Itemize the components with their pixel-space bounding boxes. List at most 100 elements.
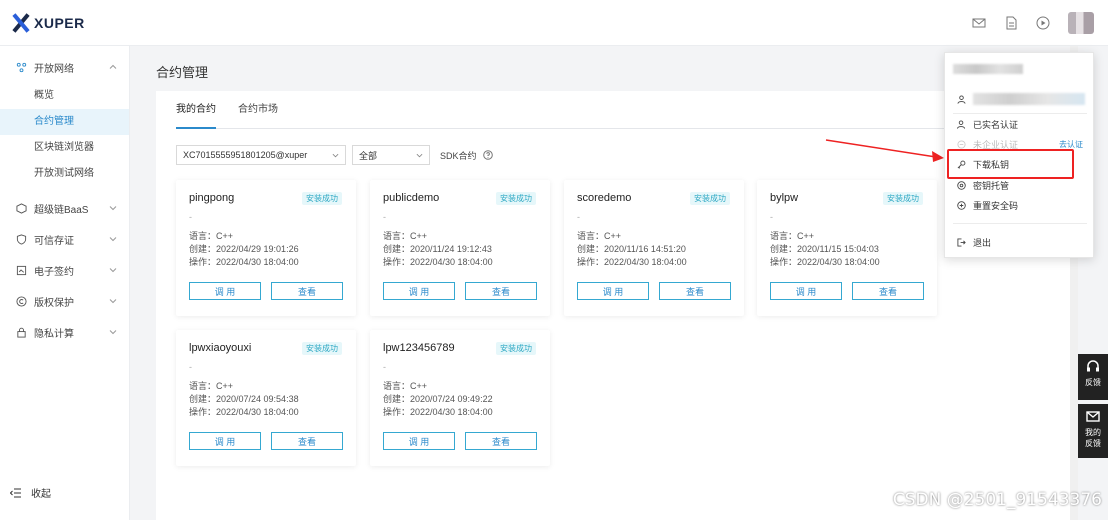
contract-tabs: 我的合约 合约市场: [176, 91, 1072, 129]
view-button[interactable]: 查看: [852, 282, 924, 300]
cube-icon: [16, 203, 27, 214]
sidebar-group-copyright[interactable]: 版权保护: [0, 286, 129, 317]
view-button[interactable]: 查看: [465, 432, 537, 450]
menu-item-reset-security-code[interactable]: 重置安全码: [945, 195, 1095, 215]
call-button[interactable]: 调 用: [383, 282, 455, 300]
view-button[interactable]: 查看: [271, 282, 343, 300]
document-icon[interactable]: [1004, 16, 1018, 30]
menu-item-label: 退出: [973, 237, 992, 248]
play-circle-icon[interactable]: [1036, 16, 1050, 30]
chevron-down-icon: [332, 153, 339, 157]
call-button[interactable]: 调 用: [577, 282, 649, 300]
menu-divider: [953, 223, 1087, 224]
user-avatar[interactable]: [1068, 12, 1094, 34]
annotation-arrow: [825, 139, 944, 162]
menu-item-logout[interactable]: 退出: [945, 232, 1095, 252]
menu-item-label: 重置安全码: [973, 200, 1019, 211]
contract-created: 创建：2020/11/16 14:51:20: [577, 244, 686, 254]
tab-contract-market[interactable]: 合约市场: [238, 91, 278, 128]
contract-operated: 操作：2022/04/30 18:04:00: [383, 407, 493, 417]
contract-language: 语言：C++: [577, 231, 622, 241]
sidebar-item-overview[interactable]: 概览: [0, 83, 129, 109]
contract-card: bylpw 安装成功 - 语言：C++ 创建：2020/11/15 15:04:03 操作…: [757, 180, 937, 316]
help-icon[interactable]: [482, 150, 493, 160]
view-button[interactable]: 查看: [659, 282, 731, 300]
contract-operated: 操作：2022/04/30 18:04:00: [770, 257, 880, 267]
contract-name: lpwxiaoyouxi: [189, 342, 252, 354]
sidebar-group-privacy[interactable]: 隐私计算: [0, 317, 129, 348]
sidebar-group-baas[interactable]: 超级链BaaS: [0, 193, 129, 224]
status-badge: 安装成功: [302, 192, 342, 205]
contract-language: 语言：C++: [189, 381, 234, 391]
sidebar-group-label: 可信存证: [34, 236, 74, 247]
collapse-icon: [10, 488, 21, 497]
sidebar-item-block-explorer[interactable]: 区块链浏览器: [0, 135, 129, 161]
contract-card: lpw123456789 安装成功 - 语言：C++ 创建：2020/07/24 09:…: [370, 330, 550, 466]
user-check-icon: [957, 119, 966, 129]
contract-created: 创建：2020/11/15 15:04:03: [770, 244, 879, 254]
message-icon: [1086, 411, 1100, 422]
my-feedback-label: 我的反馈: [1085, 428, 1101, 448]
menu-item-label: 已实名认证: [973, 119, 1019, 130]
page-title: 合约管理: [156, 65, 209, 80]
account-select[interactable]: XC7015555951801205@xuper: [176, 145, 346, 165]
view-button[interactable]: 查看: [271, 432, 343, 450]
copyright-icon: [16, 296, 27, 307]
sidebar-group-label: 电子签约: [34, 267, 74, 278]
call-button[interactable]: 调 用: [770, 282, 842, 300]
network-icon: [16, 62, 27, 73]
contract-meta: 语言：C++ 创建：2020/11/15 15:04:03 操作：2022/04/3…: [770, 230, 880, 269]
contract-meta: 语言：C++ 创建：2020/11/24 19:12:43 操作：2022/04/3…: [383, 230, 493, 269]
contract-language: 语言：C++: [189, 231, 234, 241]
sidebar-group-evidence[interactable]: 可信存证: [0, 224, 129, 255]
annotation-highlight-box: [947, 149, 1074, 179]
sidebar-collapse-button[interactable]: 收起: [10, 485, 51, 500]
chevron-up-icon: [109, 64, 117, 69]
menu-item-label: 密钥托管: [973, 180, 1010, 191]
sidebar-group-label: 版权保护: [34, 298, 74, 309]
sidebar-group-esign[interactable]: 电子签约: [0, 255, 129, 286]
contract-operated: 操作：2022/04/30 18:04:00: [383, 257, 493, 267]
contract-name: pingpong: [189, 192, 235, 204]
contract-language: 语言：C++: [770, 231, 815, 241]
view-button[interactable]: 查看: [465, 282, 537, 300]
brand-logo[interactable]: XUPER: [12, 14, 85, 32]
account-select-value: XC7015555951801205@xuper: [183, 150, 308, 160]
contract-language: 语言：C++: [383, 231, 428, 241]
feedback-label: 反馈: [1085, 378, 1101, 387]
contract-name: lpw123456789: [383, 342, 455, 354]
my-feedback-button[interactable]: 我的反馈: [1078, 404, 1108, 458]
tab-my-contracts[interactable]: 我的合约: [176, 91, 216, 129]
mail-icon[interactable]: [972, 16, 986, 30]
filter-bar: XC7015555951801205@xuper 全部 SDK合约: [176, 145, 493, 165]
account-row: [945, 89, 1095, 109]
chevron-down-icon: [109, 237, 117, 242]
main-content: 合约管理 我的合约 合约市场 XC7015555951801205@xuper …: [130, 46, 1072, 520]
call-button[interactable]: 调 用: [189, 432, 261, 450]
sidebar-group-open-network[interactable]: 开放网络: [0, 52, 129, 83]
contract-operated: 操作：2022/04/30 18:04:00: [189, 257, 299, 267]
sign-icon: [16, 265, 27, 276]
sdk-contract-filter[interactable]: SDK合约: [440, 149, 493, 162]
top-icons: [972, 12, 1094, 34]
status-select-value: 全部: [359, 150, 378, 161]
contract-card: pingpong 安装成功 - 语言：C++ 创建：2022/04/29 19:01:2…: [176, 180, 356, 316]
lock-icon: [17, 327, 26, 338]
call-button[interactable]: 调 用: [383, 432, 455, 450]
status-select[interactable]: 全部: [352, 145, 430, 165]
sidebar-item-test-network[interactable]: 开放测试网络: [0, 161, 129, 187]
sidebar-item-contract-management[interactable]: 合约管理: [0, 109, 129, 135]
menu-item-verified[interactable]: 已实名认证: [945, 114, 1095, 134]
contract-created: 创建：2020/11/24 19:12:43: [383, 244, 492, 254]
contract-meta: 语言：C++ 创建：2020/11/16 14:51:20 操作：2022/04/3…: [577, 230, 687, 269]
contract-meta: 语言：C++ 创建：2020/07/24 09:49:22 操作：2022/04/3…: [383, 380, 493, 419]
enterprise-verify-link[interactable]: 去认证: [1059, 139, 1083, 150]
call-button[interactable]: 调 用: [189, 282, 261, 300]
shield-icon: [16, 234, 27, 245]
headset-icon: [1087, 360, 1099, 372]
safe-icon: [957, 180, 966, 190]
top-bar: XUPER: [0, 0, 1108, 46]
contract-name: scoredemo: [577, 192, 632, 204]
feedback-button[interactable]: 反馈: [1078, 354, 1108, 400]
contract-created: 创建：2020/07/24 09:49:22: [383, 394, 493, 404]
